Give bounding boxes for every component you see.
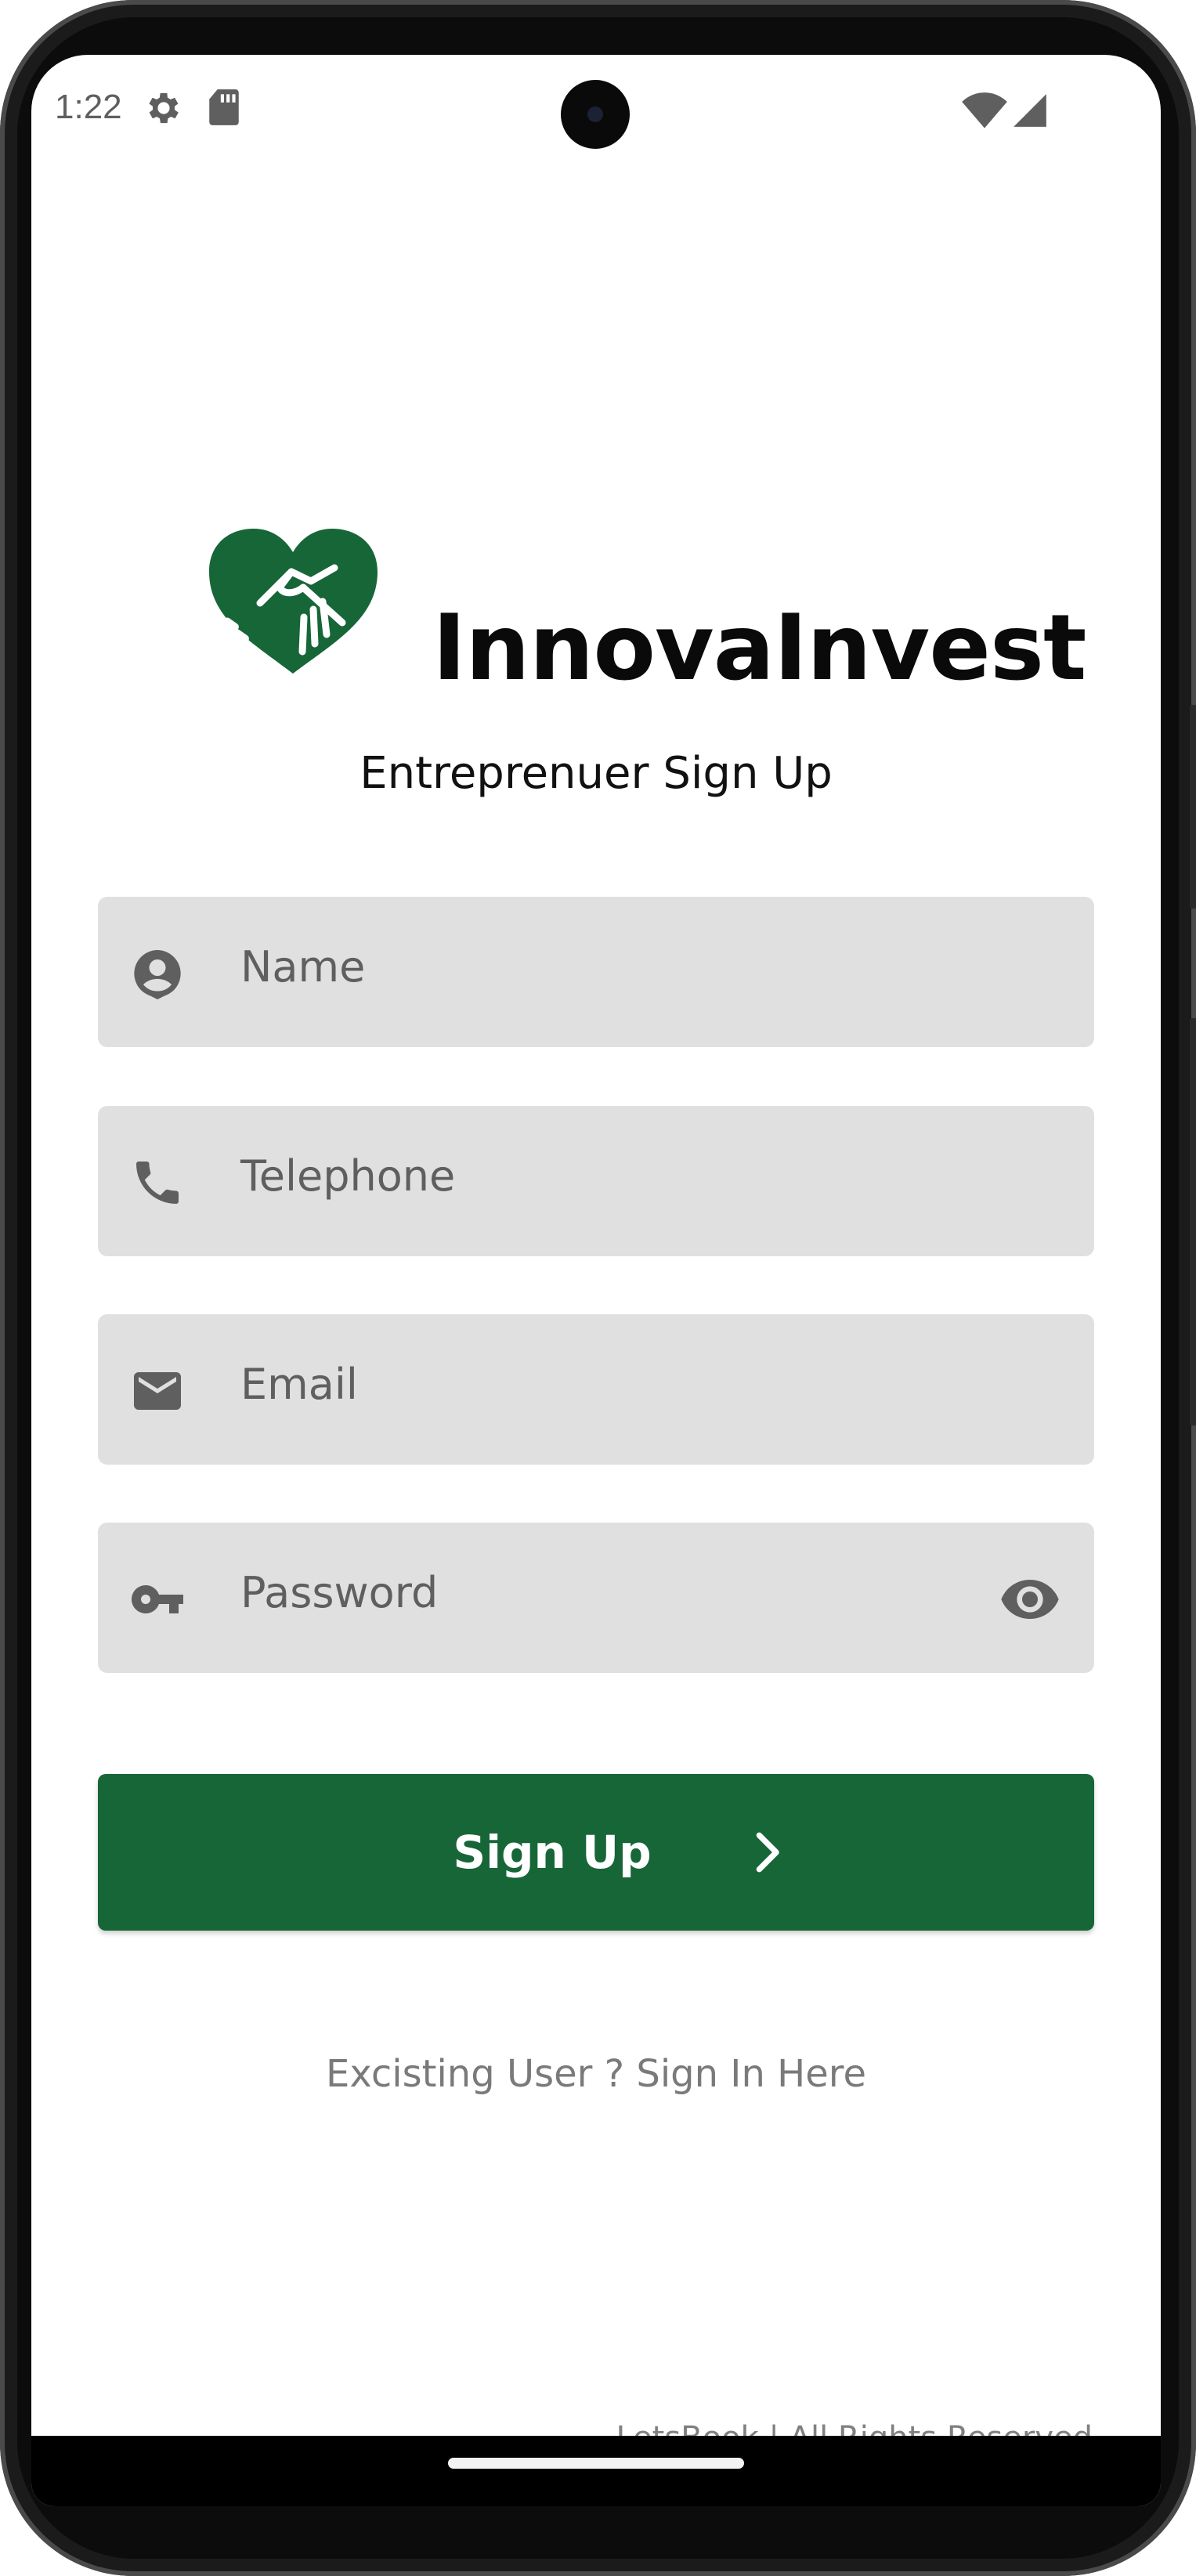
person-icon [134,950,181,999]
name-placeholder: Name [240,942,366,992]
device: 1:22 InnovaInvest Entreprenuer Sign Up N… [0,0,1196,2576]
home-indicator[interactable] [448,2458,744,2469]
mail-icon [134,1372,181,1410]
wifi-icon [962,92,1007,128]
navigation-bar [31,2436,1161,2506]
sign-in-link[interactable]: Excisting User ? Sign In Here [31,2052,1161,2096]
status-time: 1:22 [55,88,122,126]
name-field[interactable]: Name [98,897,1094,1047]
sign-up-label: Sign Up [453,1826,652,1879]
signal-icon [1014,94,1046,127]
eye-icon[interactable] [997,1568,1063,1631]
app-screen: 1:22 InnovaInvest Entreprenuer Sign Up N… [31,55,1161,2506]
sd-card-icon [209,89,239,125]
power-button [1190,1018,1196,1425]
heart-handshake-icon [209,529,378,674]
volume-button [1190,705,1196,909]
sign-up-button[interactable]: Sign Up [98,1774,1094,1931]
telephone-placeholder: Telephone [240,1151,456,1201]
key-icon [131,1585,183,1613]
password-placeholder: Password [240,1568,439,1617]
email-field[interactable]: Email [98,1314,1094,1465]
telephone-field[interactable]: Telephone [98,1106,1094,1256]
email-placeholder: Email [240,1360,358,1409]
brand-header: InnovaInvest [31,525,1161,728]
brand-name: InnovaInvest [432,595,1086,701]
page-title: Entreprenuer Sign Up [360,748,833,799]
status-bar: 1:22 [31,55,1161,149]
phone-icon [136,1162,179,1204]
password-field[interactable]: Password [98,1523,1094,1673]
chevron-right-icon [756,1832,779,1873]
gear-icon [149,92,179,124]
front-camera [561,80,630,149]
